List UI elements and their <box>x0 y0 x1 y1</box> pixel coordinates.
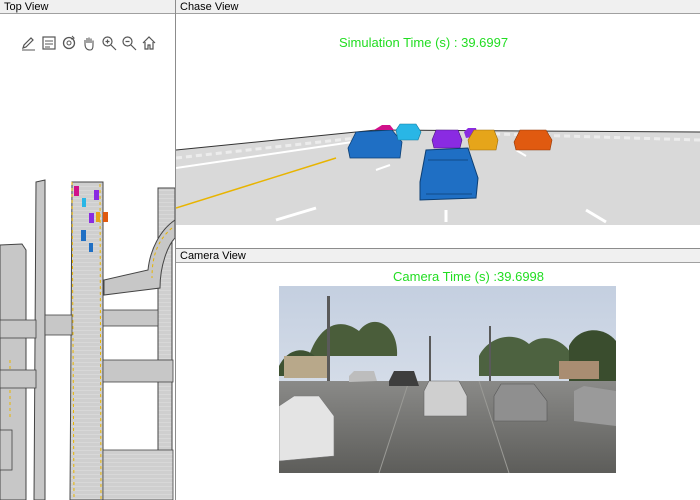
chase-view-title: Chase View <box>176 0 700 14</box>
top-view-title: Top View <box>0 0 175 14</box>
home-icon[interactable] <box>140 34 158 52</box>
top-view-panel: Top View <box>0 0 175 500</box>
edit-icon[interactable] <box>20 34 38 52</box>
zoom-in-icon[interactable] <box>100 34 118 52</box>
zoom-out-icon[interactable] <box>120 34 138 52</box>
chase-view-scene[interactable] <box>176 110 700 248</box>
top-view-map[interactable] <box>0 170 175 500</box>
camera-view-title: Camera View <box>176 249 700 263</box>
legend-icon[interactable] <box>40 34 58 52</box>
camera-view-panel: Camera View Camera Time (s) :39.6998 <box>176 249 700 500</box>
axes-toolbar <box>20 34 158 54</box>
pan-icon[interactable] <box>80 34 98 52</box>
simulation-time-label: Simulation Time (s) : 39.6997 <box>339 35 509 50</box>
rotate-icon[interactable] <box>60 34 78 52</box>
camera-time-label: Camera Time (s) :39.6998 <box>393 269 545 284</box>
camera-image <box>279 286 616 473</box>
chase-view-panel: Chase View Simulation Time (s) : 39.6997 <box>176 0 700 248</box>
